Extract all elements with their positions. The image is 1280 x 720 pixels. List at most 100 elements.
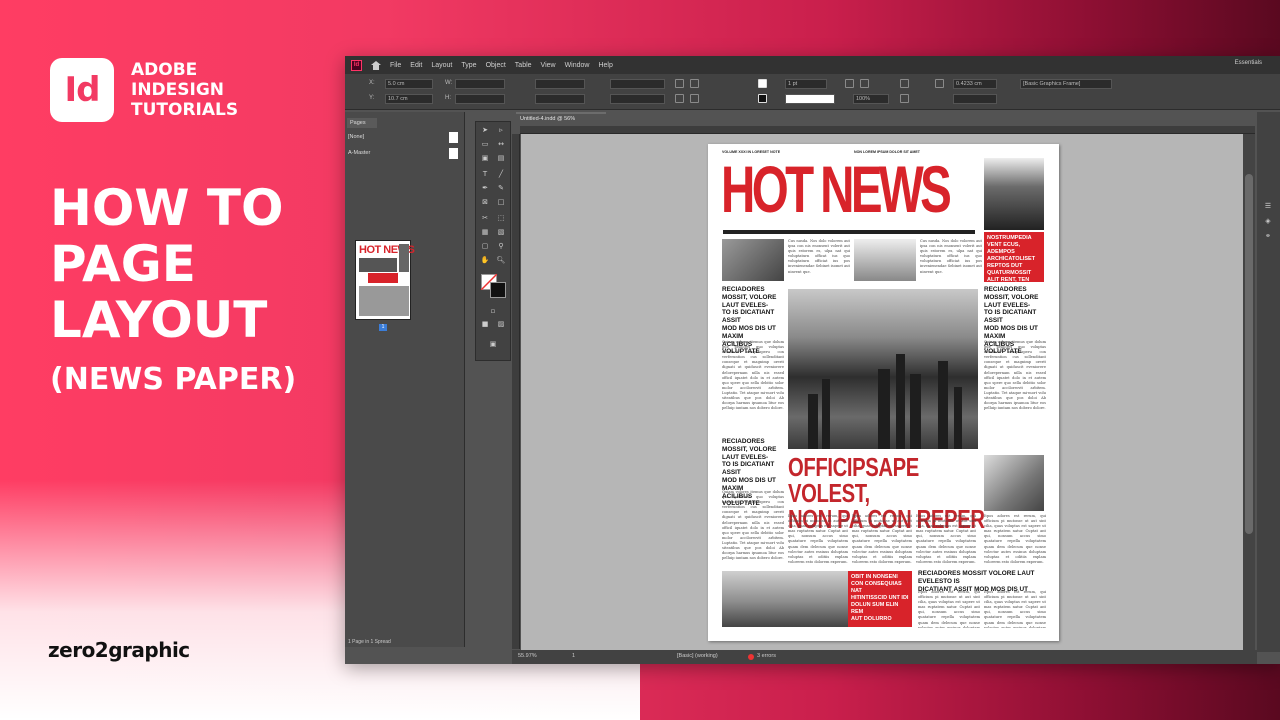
shear-field[interactable] bbox=[610, 94, 665, 104]
bottom-col-3[interactable]: Itpos adores est rerum, qui officium pi … bbox=[916, 514, 976, 566]
content-placer-icon[interactable]: ▤ bbox=[496, 154, 506, 163]
layers-icon[interactable]: ◈ bbox=[1263, 217, 1273, 226]
effects-icon[interactable] bbox=[900, 94, 909, 103]
text-wrap-icon[interactable] bbox=[900, 79, 909, 88]
bottom-body-1[interactable]: Itpos adores est rerum, qui officium pi … bbox=[918, 590, 980, 628]
page-tool-icon[interactable]: ▭ bbox=[480, 140, 490, 149]
vertical-ruler[interactable] bbox=[512, 134, 520, 649]
beach-photo[interactable] bbox=[854, 239, 916, 281]
object-style-dropdown[interactable]: [Basic Graphics Frame] bbox=[1020, 79, 1112, 89]
links-icon[interactable]: ⚭ bbox=[1263, 232, 1273, 241]
rectangle-frame-icon[interactable]: ⊠ bbox=[480, 198, 490, 207]
bottom-red-box[interactable]: OBIT IN NONSENI CON CONSEQUIAS NAT HITIN… bbox=[848, 571, 912, 627]
type-tool-icon[interactable]: T bbox=[480, 170, 490, 179]
page-thumbnail[interactable]: HOT NEWS bbox=[355, 240, 415, 320]
bottom-col-2[interactable]: Itpos adores est rerum, qui officium pi … bbox=[852, 514, 912, 566]
scale-y-field[interactable] bbox=[535, 94, 585, 104]
menu-edit[interactable]: Edit bbox=[410, 62, 422, 69]
x-field[interactable]: 5.0 cm bbox=[385, 79, 433, 89]
menu-window[interactable]: Window bbox=[565, 62, 590, 69]
status-errors[interactable]: 3 errors bbox=[757, 653, 776, 659]
menu-type[interactable]: Type bbox=[461, 62, 476, 69]
y-field[interactable]: 10.7 cm bbox=[385, 94, 433, 104]
right-body-1[interactable]: Quiam volores itemus que dolum que pelli… bbox=[984, 340, 1046, 452]
flip-v-icon[interactable] bbox=[690, 94, 699, 103]
offset-field[interactable]: 0.4233 cm bbox=[953, 79, 997, 89]
master-none-thumb[interactable] bbox=[449, 132, 458, 143]
bottom-body-2[interactable]: Itpos adores est rerum, qui officium pi … bbox=[984, 590, 1046, 628]
zoom-tool-icon[interactable]: 🔍︎ bbox=[496, 256, 506, 265]
left-body-2[interactable]: Quiam volores itemus que dolum que pelli… bbox=[722, 490, 784, 562]
body-col-1[interactable]: Cus nusda. Nos dolo volorem aut ipsa con… bbox=[788, 239, 850, 279]
gap-tool-icon[interactable]: ↔ bbox=[496, 140, 506, 149]
hand-tool-icon[interactable]: ✋ bbox=[480, 256, 490, 265]
city-photo[interactable] bbox=[788, 289, 978, 449]
horizontal-ruler[interactable] bbox=[520, 126, 1255, 134]
stroke-weight-field[interactable]: 1 pt bbox=[785, 79, 827, 89]
car-photo[interactable] bbox=[722, 571, 848, 627]
clock-photo[interactable] bbox=[722, 239, 784, 281]
bottom-col-1[interactable]: Itpos adores est rerum, qui officium pi … bbox=[788, 514, 848, 566]
pen-tool-icon[interactable]: ✒ bbox=[480, 184, 490, 193]
status-page[interactable]: 1 bbox=[572, 653, 575, 659]
menu-view[interactable]: View bbox=[541, 62, 556, 69]
apply-gradient-icon[interactable]: ▨ bbox=[496, 320, 506, 329]
rotate-ccw-icon[interactable] bbox=[690, 79, 699, 88]
zoom-percent-field[interactable]: 100% bbox=[853, 94, 889, 104]
menu-bar: Id File Edit Layout Type Object Table Vi… bbox=[345, 56, 1280, 74]
fit-frame-icon[interactable] bbox=[860, 79, 869, 88]
h-field[interactable] bbox=[455, 94, 505, 104]
w-field[interactable] bbox=[455, 79, 505, 89]
masthead[interactable]: HOT NEWS bbox=[721, 156, 952, 222]
menu-object[interactable]: Object bbox=[486, 62, 506, 69]
body-col-2[interactable]: Cus nusda. Nos dolo volorem aut ipsa con… bbox=[920, 239, 982, 279]
note-tool-icon[interactable]: ▢ bbox=[480, 242, 490, 251]
line-tool-icon[interactable]: ╱ bbox=[496, 170, 506, 179]
scissors-tool-icon[interactable]: ✂ bbox=[480, 214, 490, 223]
master-none[interactable]: [None] bbox=[348, 134, 364, 140]
formatting-container-icon[interactable]: ▫ bbox=[488, 307, 498, 316]
tab-pages[interactable]: Pages bbox=[347, 118, 377, 128]
eyedropper-icon[interactable]: ⚲ bbox=[496, 242, 506, 251]
corner-field[interactable] bbox=[953, 94, 997, 104]
gradient-feather-icon[interactable]: ▧ bbox=[496, 228, 506, 237]
workspace-switcher[interactable]: Essentials bbox=[1235, 60, 1262, 66]
pencil-tool-icon[interactable]: ✎ bbox=[496, 184, 506, 193]
vertical-scrollbar[interactable] bbox=[1243, 134, 1255, 651]
status-zoom[interactable]: 55.97% bbox=[518, 653, 537, 659]
apply-color-icon[interactable]: ■ bbox=[480, 320, 490, 329]
master-a[interactable]: A-Master bbox=[348, 150, 370, 156]
menu-table[interactable]: Table bbox=[515, 62, 532, 69]
content-collector-icon[interactable]: ▣ bbox=[480, 154, 490, 163]
flip-h-icon[interactable] bbox=[675, 94, 684, 103]
newspaper-page[interactable]: VOLUME XXXI IN LORESET NOTE NON LOREM IP… bbox=[708, 144, 1059, 641]
properties-icon[interactable]: ☰ bbox=[1263, 202, 1273, 211]
document-tab[interactable]: Untitled-4.indd @ 56% bbox=[516, 112, 606, 125]
menu-layout[interactable]: Layout bbox=[431, 62, 452, 69]
fill-swatch-icon[interactable] bbox=[758, 79, 767, 88]
scale-x-field[interactable] bbox=[535, 79, 585, 89]
left-body-1[interactable]: Quiam volores itemus que dolum que pelli… bbox=[722, 340, 784, 435]
selection-tool-icon[interactable]: ➤ bbox=[480, 126, 490, 135]
rotate-field[interactable] bbox=[610, 79, 665, 89]
master-a-thumb[interactable] bbox=[449, 148, 458, 159]
rotate-cw-icon[interactable] bbox=[675, 79, 684, 88]
bottom-col-4[interactable]: Itpos adores est rerum, qui officium pi … bbox=[984, 514, 1046, 566]
stroke-swatch-icon[interactable] bbox=[758, 94, 767, 103]
home-icon[interactable] bbox=[371, 60, 381, 70]
menu-file[interactable]: File bbox=[390, 62, 401, 69]
direct-selection-tool-icon[interactable]: ▹ bbox=[496, 126, 506, 135]
forest-photo[interactable] bbox=[984, 158, 1044, 230]
stroke-type-dropdown[interactable] bbox=[785, 94, 835, 104]
menu-help[interactable]: Help bbox=[598, 62, 612, 69]
fit-content-icon[interactable] bbox=[845, 79, 854, 88]
scroll-thumb[interactable] bbox=[1245, 174, 1253, 534]
sidebar-red-box[interactable]: NOSTRUMPEDIA VENT ECUS, ADEMPOS ARCHICAT… bbox=[984, 232, 1044, 282]
coins-photo[interactable] bbox=[984, 455, 1044, 511]
free-transform-icon[interactable]: ⬚ bbox=[496, 214, 506, 223]
status-preflight-profile[interactable]: [Basic] (working) bbox=[677, 653, 718, 659]
screen-mode-icon[interactable]: ▣ bbox=[488, 340, 498, 349]
rectangle-tool-icon[interactable]: □ bbox=[496, 198, 506, 207]
corner-options-icon[interactable] bbox=[935, 79, 944, 88]
gradient-tool-icon[interactable]: ▦ bbox=[480, 228, 490, 237]
